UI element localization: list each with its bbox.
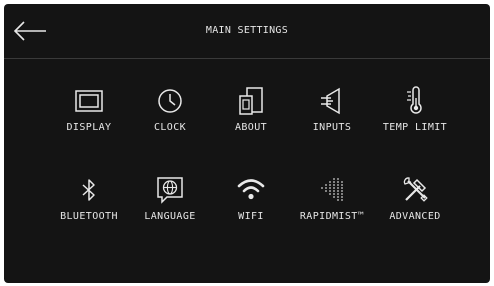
- menu-item-display[interactable]: DISPLAY: [50, 86, 128, 156]
- globe-chat-icon: [155, 175, 185, 205]
- menu-item-label: LANGUAGE: [144, 211, 196, 222]
- page-title: MAIN SETTINGS: [205, 25, 289, 36]
- menu-item-temp-limit[interactable]: TEMP LIMIT: [376, 86, 454, 156]
- settings-screen: MAIN SETTINGS DISPLAY CLOCK ABOUT INPUTS…: [4, 4, 490, 283]
- menu-item-label: RAPIDMIST™: [299, 211, 365, 222]
- menu-item-label: INPUTS: [312, 122, 352, 133]
- menu-item-rapidmist[interactable]: RAPIDMIST™: [293, 175, 371, 245]
- menu-item-label: DISPLAY: [66, 122, 112, 133]
- thermometer-icon: [400, 86, 430, 116]
- tools-icon: [400, 175, 430, 205]
- devices-icon: [236, 86, 266, 116]
- menu-item-label: TEMP LIMIT: [382, 122, 448, 133]
- wifi-icon: [236, 175, 266, 205]
- menu-item-clock[interactable]: CLOCK: [131, 86, 209, 156]
- display-icon: [74, 86, 104, 116]
- menu-item-wifi[interactable]: WIFI: [212, 175, 290, 245]
- menu-item-label: WIFI: [238, 211, 264, 222]
- menu-item-language[interactable]: LANGUAGE: [131, 175, 209, 245]
- menu-item-label: CLOCK: [153, 122, 187, 133]
- menu-item-advanced[interactable]: ADVANCED: [376, 175, 454, 245]
- menu-item-label: ADVANCED: [389, 211, 441, 222]
- mist-icon: [317, 175, 347, 205]
- menu-item-bluetooth[interactable]: BLUETOOTH: [50, 175, 128, 245]
- menu-item-about[interactable]: ABOUT: [212, 86, 290, 156]
- bluetooth-icon: [74, 175, 104, 205]
- inputs-icon: [317, 86, 347, 116]
- header-bar: MAIN SETTINGS: [4, 4, 490, 59]
- clock-icon: [155, 86, 185, 116]
- menu-item-label: BLUETOOTH: [60, 211, 118, 222]
- menu-item-label: ABOUT: [234, 122, 268, 133]
- menu-item-inputs[interactable]: INPUTS: [293, 86, 371, 156]
